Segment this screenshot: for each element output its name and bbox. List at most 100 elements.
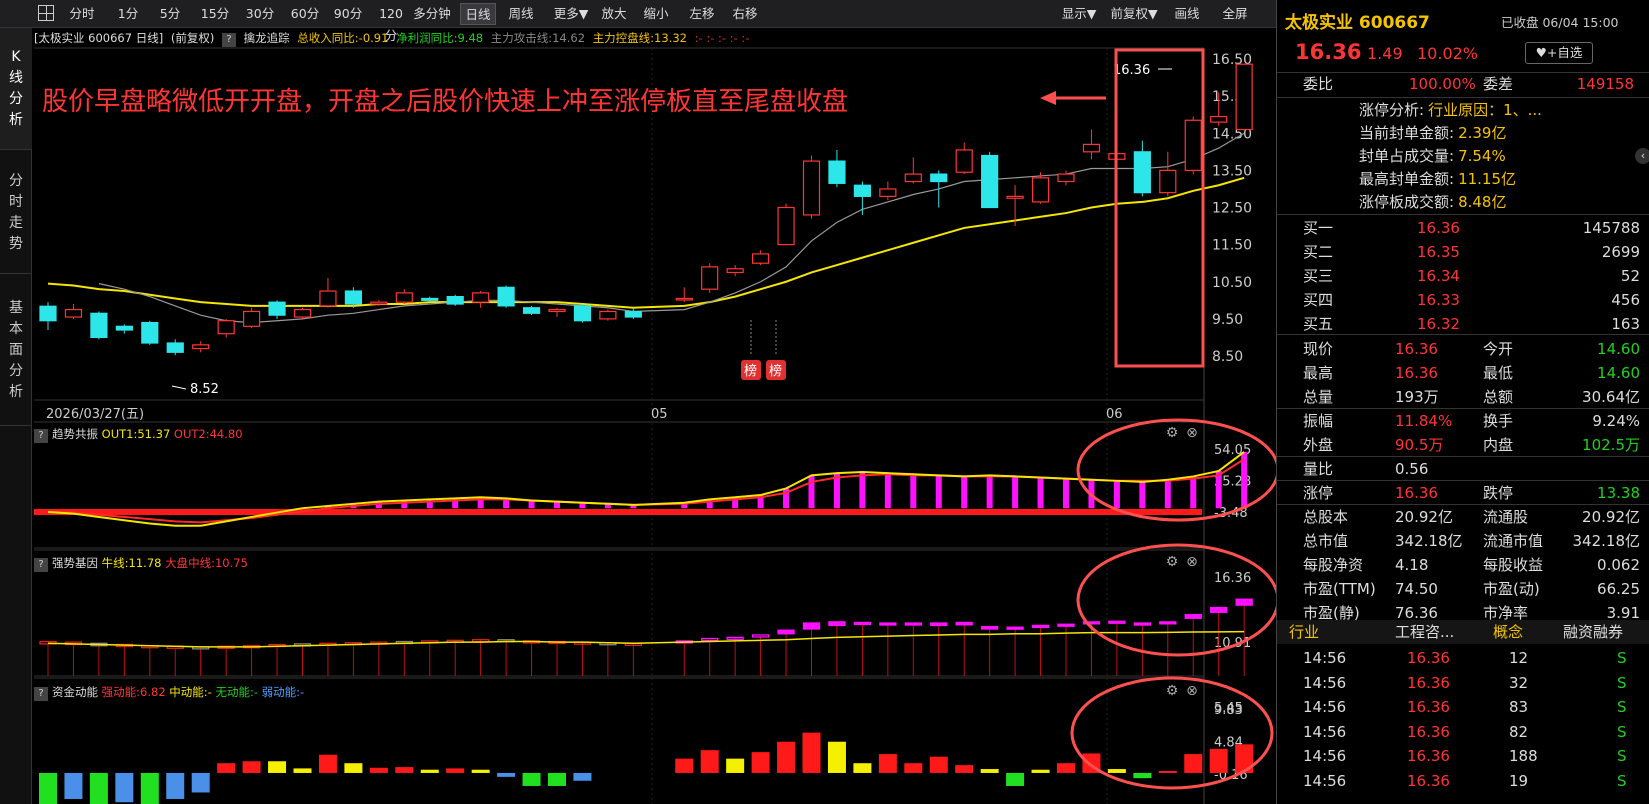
- stat-value: 66.25: [1597, 580, 1640, 598]
- help-icon[interactable]: ?: [34, 429, 48, 443]
- tick-volume: 83: [1509, 698, 1529, 716]
- candle-body: [1159, 169, 1177, 194]
- bid-row-2[interactable]: 买三 16.34 52: [1277, 264, 1649, 288]
- limit-label: 最高封单金额:: [1359, 170, 1455, 188]
- limit-line-1: 当前封单金额: 2.39亿: [1359, 122, 1506, 145]
- close-icon[interactable]: ⊗: [1184, 683, 1200, 699]
- price-axis-label: 13.50: [1212, 163, 1252, 179]
- help-icon[interactable]: ?: [34, 558, 48, 572]
- tick-time: 14:56: [1303, 747, 1347, 765]
- bid-price: 16.32: [1417, 315, 1460, 333]
- stat-label: 总额: [1483, 388, 1514, 406]
- fund-bar: [522, 772, 541, 786]
- candle-body: [1031, 177, 1050, 203]
- price-axis-label: 9.50: [1212, 312, 1243, 328]
- stat-value: 16.36: [1395, 340, 1438, 358]
- candle-body: [446, 296, 464, 305]
- low-label: 8.52: [190, 382, 219, 397]
- fund-bar: [140, 772, 159, 804]
- settings-icon[interactable]: ⚙: [1164, 683, 1180, 699]
- gene-box: [904, 622, 922, 626]
- gene-box: [751, 634, 770, 638]
- stat-label: 总股本: [1303, 508, 1349, 526]
- tick-volume: 19: [1509, 771, 1529, 790]
- candle-body: [904, 173, 922, 183]
- tick-time: 14:56: [1303, 722, 1347, 741]
- gene-box: [879, 622, 897, 626]
- tag-item: 融资融券: [1563, 623, 1624, 641]
- fund-bar: [878, 754, 897, 773]
- settings-icon[interactable]: ⚙: [1164, 425, 1180, 441]
- gene-box: [828, 621, 846, 627]
- bid-row-4[interactable]: 买五 16.32 163: [1277, 312, 1649, 336]
- limit-line-4: 涨停板成交额: 8.48亿: [1359, 191, 1506, 214]
- candle-body: [243, 310, 261, 327]
- tick-price: 16.36: [1407, 747, 1450, 765]
- close-icon[interactable]: ⊗: [1184, 425, 1200, 441]
- rank-badge-text: 榜: [769, 363, 782, 379]
- help-icon[interactable]: ?: [34, 687, 48, 701]
- bid-row-1[interactable]: 买二 16.35 2699: [1277, 240, 1649, 264]
- candle-body: [1184, 119, 1202, 171]
- candle-body: [217, 320, 235, 335]
- stat-label: 每股净资: [1303, 556, 1364, 574]
- gene-box: [853, 621, 872, 626]
- tick-volume: 188: [1509, 747, 1538, 765]
- fund-axis-label: 9.83: [1214, 703, 1243, 718]
- bid-price: 16.33: [1417, 291, 1460, 309]
- stat-value: 74.50: [1395, 580, 1438, 598]
- candle-body: [166, 342, 184, 353]
- limit-value: 行业原因：1、...: [1428, 101, 1542, 119]
- candle-body: [879, 188, 897, 197]
- candle-body: [726, 268, 744, 274]
- gene-box: [777, 629, 795, 635]
- fund-bar: [39, 772, 57, 804]
- candle-body: [1082, 143, 1101, 153]
- stat-value: 342.18亿: [1572, 532, 1641, 550]
- stat-value: 0.062: [1597, 556, 1640, 574]
- tick-time: 14:56: [1303, 771, 1347, 790]
- bid-level: 买二: [1303, 243, 1334, 261]
- candle-body: [955, 149, 973, 173]
- settings-icon[interactable]: ⚙: [1164, 554, 1180, 570]
- add-favorite-button[interactable]: ♥+自选: [1525, 42, 1593, 64]
- bid-price: 16.35: [1417, 243, 1460, 261]
- stat-value: 13.38: [1597, 484, 1640, 502]
- stat-label: 涨停: [1303, 484, 1334, 502]
- tick-side: S: [1617, 698, 1627, 716]
- rank-badge-text: 榜: [744, 363, 757, 379]
- candle-body: [192, 344, 210, 350]
- tick-row-2: 14:56 16.36 83 S: [1277, 695, 1649, 719]
- stat-value: 14.60: [1597, 340, 1640, 358]
- trend-bar: [1139, 481, 1146, 509]
- stat-label: 外盘: [1303, 436, 1334, 454]
- fund-bar: [217, 763, 236, 773]
- stat-value: 342.18亿: [1395, 532, 1463, 550]
- stat-row-1: 最高 16.36 最低 14.60: [1277, 361, 1649, 385]
- gene-box: [1235, 598, 1253, 606]
- bid-row-0[interactable]: 买一 16.36 145788: [1277, 216, 1649, 240]
- candle-body: [395, 292, 413, 303]
- gene-box: [1133, 622, 1151, 626]
- tick-side: S: [1617, 771, 1627, 790]
- fund-bar: [420, 769, 439, 773]
- fund-bar: [1158, 771, 1177, 773]
- stat-label: 每股收益: [1483, 556, 1544, 574]
- candle-body: [573, 305, 592, 322]
- stat-label: 流通股: [1483, 508, 1529, 526]
- stat-label: 振幅: [1303, 412, 1334, 430]
- fund-bar: [751, 752, 770, 773]
- stat-label: 现价: [1303, 340, 1334, 358]
- stat-value: 14.60: [1597, 364, 1640, 382]
- fund-bar: [318, 754, 337, 773]
- stat-row-3: 振幅 11.84% 换手 9.24%: [1277, 409, 1649, 433]
- price-axis-label: 10.50: [1212, 275, 1252, 291]
- stat-label: 流通市值: [1483, 532, 1544, 550]
- gene-box: [1108, 620, 1126, 624]
- bid-row-3[interactable]: 买四 16.33 456: [1277, 288, 1649, 312]
- gene-box: [802, 622, 821, 630]
- collapse-left-icon[interactable]: ‹: [1635, 148, 1649, 164]
- tick-row-1: 14:56 16.36 32 S: [1277, 671, 1649, 695]
- close-icon[interactable]: ⊗: [1184, 554, 1200, 570]
- fund-bar: [675, 758, 694, 773]
